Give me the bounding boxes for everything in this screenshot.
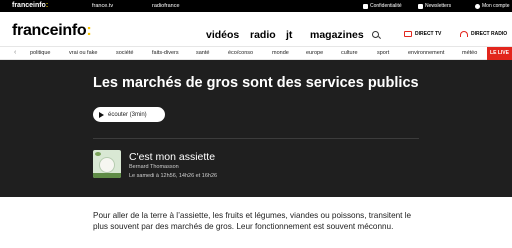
category-politique[interactable]: politique: [30, 50, 51, 56]
category-sante[interactable]: santé: [196, 50, 209, 56]
play-icon: [99, 111, 104, 118]
headphones-icon: [460, 31, 468, 37]
listen-label: écouter (3min): [108, 111, 147, 118]
thumbnail-band: [93, 173, 121, 178]
mail-icon: [418, 3, 423, 9]
category-culture[interactable]: culture: [341, 50, 358, 56]
listen-button[interactable]: écouter (3min): [93, 107, 165, 122]
leaf-illustration: [95, 152, 101, 156]
franceinfo-small-logo[interactable]: franceinfo:: [12, 2, 48, 9]
category-sport[interactable]: sport: [377, 50, 389, 56]
category-societe[interactable]: société: [116, 50, 133, 56]
chevron-left-icon[interactable]: ‹: [14, 49, 16, 56]
brand-text: franceinfo: [12, 22, 87, 39]
category-faits-divers[interactable]: faits-divers: [152, 50, 179, 56]
user-icon: [475, 3, 480, 9]
privacy-link[interactable]: Confidentialité: [363, 3, 402, 9]
category-monde[interactable]: monde: [272, 50, 289, 56]
franceinfo-logo[interactable]: franceinfo:: [12, 22, 92, 40]
radiofrance-link[interactable]: radiofrance: [152, 3, 180, 9]
nav-videos[interactable]: vidéos: [206, 29, 239, 41]
logo-text: franceinfo: [12, 2, 46, 9]
tv-icon: [404, 31, 412, 37]
nav-radio[interactable]: radio: [250, 29, 276, 41]
direct-tv-label: DIRECT TV: [415, 31, 442, 37]
live-button[interactable]: LE LIVE: [487, 47, 512, 60]
podcast-hero: Les marchés de gros sont des services pu…: [0, 60, 512, 197]
account-label: Mon compte: [482, 3, 510, 9]
direct-radio-button[interactable]: DIRECT RADIO: [460, 31, 507, 37]
newsletters-label: Newsletters: [425, 3, 452, 9]
search-icon[interactable]: [372, 31, 379, 38]
main-header: franceinfo: vidéos radio jt magazines DI…: [0, 12, 512, 46]
top-bar: franceinfo: france.tv radiofrance Confid…: [0, 0, 512, 12]
category-eco-conso[interactable]: éco/conso: [228, 50, 253, 56]
show-thumbnail[interactable]: [93, 150, 121, 178]
nav-magazines[interactable]: magazines: [310, 29, 364, 41]
divider: [93, 138, 419, 139]
privacy-label: Confidentialité: [370, 3, 402, 9]
brand-colon: :: [86, 22, 92, 39]
category-europe[interactable]: europe: [306, 50, 323, 56]
privacy-icon: [363, 3, 368, 9]
category-vrai-ou-fake[interactable]: vrai ou fake: [69, 50, 97, 56]
direct-tv-button[interactable]: DIRECT TV: [404, 31, 441, 37]
account-link[interactable]: Mon compte: [475, 3, 510, 9]
article-lead: Pour aller de la terre à l’assiette, les…: [93, 211, 412, 231]
category-nav: ‹ politique vrai ou fake société faits-d…: [0, 46, 512, 60]
nav-jt[interactable]: jt: [286, 29, 292, 41]
page-title: Les marchés de gros sont des services pu…: [93, 75, 419, 91]
newsletters-link[interactable]: Newsletters: [418, 3, 451, 9]
francetv-link[interactable]: france.tv: [92, 3, 113, 9]
show-schedule: Le samedi à 12h56, 14h26 et 16h26: [129, 173, 218, 179]
category-meteo[interactable]: météo: [462, 50, 477, 56]
direct-radio-label: DIRECT RADIO: [471, 31, 508, 37]
logo-colon: :: [45, 2, 49, 9]
show-title[interactable]: C'est mon assiette: [129, 151, 215, 163]
show-author: Bernard Thomasson: [129, 164, 179, 170]
category-environnement[interactable]: environnement: [408, 50, 444, 56]
plate-illustration: [99, 157, 115, 173]
